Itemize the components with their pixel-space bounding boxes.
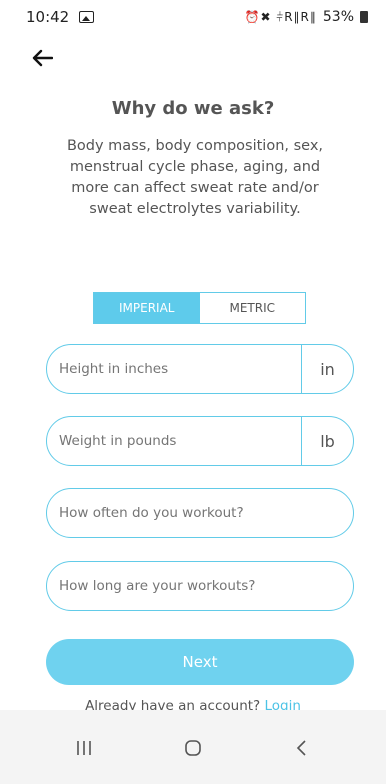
height-field[interactable]: in <box>46 344 354 394</box>
workout-frequency-field[interactable] <box>46 488 354 538</box>
status-right: ⏰✖ ⫩R∥R∥ 53% <box>244 9 368 25</box>
recent-apps-button[interactable] <box>54 728 114 768</box>
system-nav-bar <box>0 710 386 784</box>
chevron-left-icon <box>296 740 306 756</box>
height-input[interactable] <box>47 361 301 377</box>
page-description: Body mass, body composition, sex, menstr… <box>66 138 324 217</box>
back-button[interactable] <box>26 42 58 74</box>
weight-unit: lb <box>301 417 353 465</box>
gallery-notification-icon <box>79 11 95 23</box>
status-time: 10:42 <box>26 8 70 26</box>
status-bar: 10:42 ⏰✖ ⫩R∥R∥ 53% <box>0 0 386 34</box>
page-title: Why do we ask? <box>111 98 275 119</box>
metric-tab[interactable]: METRIC <box>199 293 305 323</box>
home-icon <box>185 740 201 756</box>
weight-input[interactable] <box>47 433 301 449</box>
signal-icons: ⏰✖ ⫩R∥R∥ <box>244 9 317 24</box>
next-button[interactable]: Next <box>46 639 354 685</box>
imperial-tab[interactable]: IMPERIAL <box>94 293 200 323</box>
recent-apps-icon <box>77 741 92 755</box>
workout-frequency-input[interactable] <box>47 505 353 521</box>
battery-percent: 53% <box>322 9 354 25</box>
workout-duration-field[interactable] <box>46 561 354 611</box>
back-nav-button[interactable] <box>272 728 332 768</box>
workout-duration-input[interactable] <box>47 578 353 594</box>
height-unit: in <box>301 345 353 393</box>
arrow-left-icon <box>32 49 53 67</box>
battery-icon <box>360 11 368 23</box>
unit-toggle: IMPERIAL METRIC <box>93 292 306 324</box>
status-left: 10:42 <box>26 8 95 26</box>
weight-field[interactable]: lb <box>46 416 354 466</box>
home-button[interactable] <box>163 728 223 768</box>
